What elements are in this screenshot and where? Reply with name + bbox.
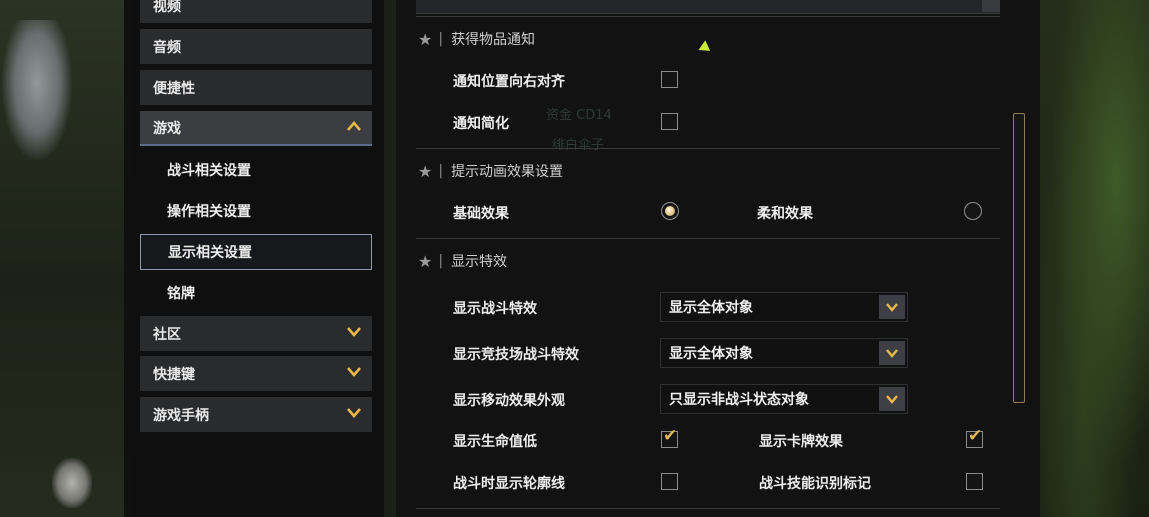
scrollbar-thumb[interactable]	[1013, 113, 1025, 403]
notify-simplify-checkbox[interactable]	[661, 113, 678, 130]
option-label: 显示竞技场战斗特效	[453, 347, 579, 363]
mouse-cursor-icon	[698, 40, 714, 56]
chevron-down-icon[interactable]	[346, 326, 362, 341]
select-value: 只显示非战斗状态对象	[669, 392, 809, 408]
sidebar-item-label: 快捷键	[153, 366, 195, 383]
select-value: 显示全体对象	[669, 346, 753, 362]
chevron-down-icon[interactable]	[879, 387, 905, 411]
movement-effects-select[interactable]: 只显示非战斗状态对象	[660, 384, 908, 414]
star-icon[interactable]: ★	[418, 252, 432, 271]
arena-effects-select[interactable]: 显示全体对象	[660, 338, 908, 368]
sidebar-subitem-combat[interactable]: 战斗相关设置	[140, 152, 372, 187]
divider	[416, 16, 1000, 17]
option-label: 显示移动效果外观	[453, 393, 565, 409]
background-ghost-text: 绯白伞子	[552, 138, 605, 153]
section-title-item-notify: ★ | 获得物品通知	[418, 29, 535, 49]
sidebar-item-accessibility[interactable]: 便捷性	[140, 70, 372, 105]
sidebar-subitem-label: 操作相关设置	[167, 203, 251, 220]
radio-selected-dot	[665, 206, 675, 216]
divider	[416, 508, 1000, 509]
option-label: 战斗技能识别标记	[759, 476, 871, 492]
settings-panel: ★ | 获得物品通知 资金 CD14 绯白伞子 通知位置向右对齐 通知简化 ★ …	[396, 0, 1040, 517]
option-label: 通知简化	[453, 116, 509, 132]
sidebar-subitem-controls[interactable]: 操作相关设置	[140, 193, 372, 228]
section-title-anim: ★ | 提示动画效果设置	[418, 161, 563, 181]
pet-figure	[52, 458, 92, 508]
sidebar-item-label: 便捷性	[153, 80, 195, 97]
separator: |	[438, 253, 444, 269]
basic-effect-radio[interactable]	[661, 202, 679, 220]
section-title-text: 提示动画效果设置	[451, 164, 564, 180]
sidebar-item-video[interactable]: 视频	[140, 0, 372, 23]
combat-outline-checkbox[interactable]	[661, 473, 678, 490]
separator: |	[438, 31, 444, 47]
option-label: 显示战斗特效	[453, 301, 537, 317]
background-ghost-text: 资金 CD14	[546, 108, 612, 123]
option-label: 通知位置向右对齐	[453, 74, 565, 90]
game-background-right	[1040, 0, 1149, 517]
option-label: 柔和效果	[757, 206, 813, 222]
previous-section-footer	[416, 0, 1000, 14]
notify-align-right-checkbox[interactable]	[661, 71, 678, 88]
separator: |	[438, 163, 444, 179]
sidebar-item-label: 游戏	[153, 120, 181, 137]
sidebar-subitem-label: 铭牌	[167, 285, 195, 302]
skill-marker-checkbox[interactable]	[966, 473, 983, 490]
combat-effects-select[interactable]: 显示全体对象	[660, 292, 908, 322]
sidebar-item-hotkeys[interactable]: 快捷键	[140, 356, 372, 391]
sidebar-item-gamepad[interactable]: 游戏手柄	[140, 397, 372, 432]
low-hp-checkbox[interactable]: ✔	[661, 426, 678, 448]
sidebar-item-label: 游戏手柄	[153, 407, 209, 424]
sidebar-item-label: 社区	[153, 326, 181, 343]
section-title-text: 显示特效	[451, 254, 508, 270]
sidebar-item-audio[interactable]: 音频	[140, 29, 372, 64]
sidebar-item-game[interactable]: 游戏	[140, 111, 372, 146]
chevron-down-icon[interactable]	[346, 407, 362, 422]
checkmark-icon: ✔	[663, 426, 678, 446]
soft-effect-radio[interactable]	[964, 202, 982, 220]
chevron-up-icon[interactable]	[346, 120, 362, 135]
sidebar-subitem-display[interactable]: 显示相关设置	[140, 234, 372, 270]
checkmark-icon: ✔	[968, 426, 983, 446]
divider	[416, 238, 1000, 239]
option-label: 战斗时显示轮廓线	[453, 476, 565, 492]
chevron-down-icon[interactable]	[879, 341, 905, 365]
star-icon[interactable]: ★	[418, 30, 432, 49]
character-figure	[2, 20, 72, 160]
sidebar-item-label: 音频	[153, 39, 181, 56]
chevron-down-icon[interactable]	[346, 366, 362, 381]
scroll-cap	[982, 0, 1000, 12]
section-title-effects: ★ | 显示特效	[418, 251, 507, 271]
sidebar-subitem-nameplate[interactable]: 铭牌	[140, 275, 372, 310]
select-value: 显示全体对象	[669, 300, 753, 316]
sidebar-subitem-label: 显示相关设置	[168, 245, 252, 261]
section-title-text: 获得物品通知	[451, 32, 536, 48]
option-label: 显示生命值低	[453, 434, 537, 450]
divider	[416, 148, 1000, 149]
sidebar-item-label: 视频	[153, 0, 181, 15]
card-effect-checkbox[interactable]: ✔	[966, 426, 983, 448]
chevron-down-icon[interactable]	[879, 295, 905, 319]
settings-sidebar: 视频 音频 便捷性 游戏 战斗相关设置 操作相关设置 显示相关设置 铭牌 社区 …	[124, 0, 384, 517]
sidebar-subitem-label: 战斗相关设置	[167, 162, 251, 179]
star-icon[interactable]: ★	[418, 162, 432, 181]
option-label: 基础效果	[453, 206, 509, 222]
option-label: 显示卡牌效果	[759, 434, 843, 450]
sidebar-item-community[interactable]: 社区	[140, 316, 372, 351]
